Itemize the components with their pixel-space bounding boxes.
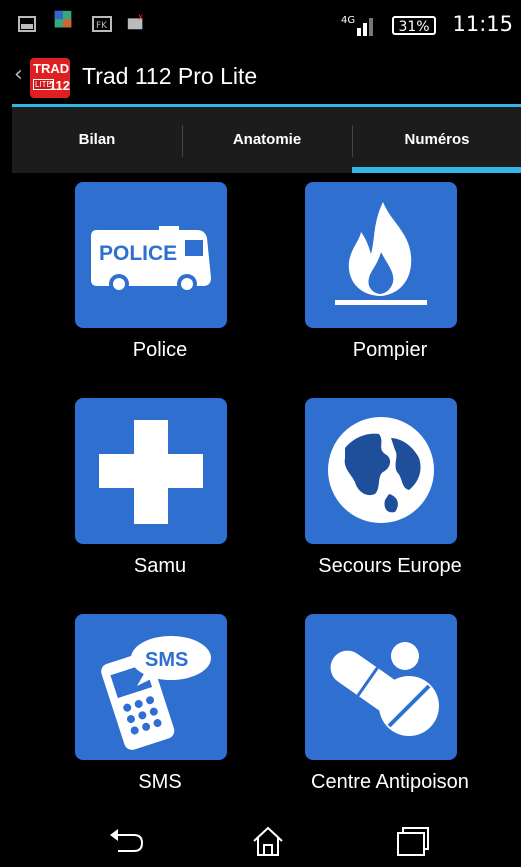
pills-icon xyxy=(330,642,439,736)
centre-antipoison-tile[interactable] xyxy=(305,614,457,760)
police-tile[interactable]: POLICE xyxy=(75,182,227,328)
centre-antipoison-label: Centre Antipoison xyxy=(311,771,469,793)
police-label: Police xyxy=(132,339,188,361)
sms-phone-icon: SMS xyxy=(101,636,211,750)
tab-numeros[interactable]: Numéros xyxy=(352,107,521,173)
network-type-label: 4G xyxy=(341,15,355,26)
status-bar: FK x 4G 31% 11:15 xyxy=(12,0,521,52)
picture-notification-icon xyxy=(18,16,36,32)
logo-trad-text: TRAD xyxy=(33,61,70,76)
tab-label: Bilan xyxy=(78,131,116,148)
navigation-bar xyxy=(12,815,521,867)
fire-icon xyxy=(335,202,427,305)
up-chevron-icon[interactable]: ‹ xyxy=(14,62,23,87)
app-title: Trad 112 Pro Lite xyxy=(82,63,258,89)
app-logo[interactable]: TRAD LITE 112 xyxy=(30,58,70,98)
selected-tab-indicator xyxy=(352,167,521,173)
screen: FK x 4G 31% 11:15 ‹ TRAD LITE 112 Trad 1… xyxy=(12,0,521,867)
medical-cross-icon xyxy=(99,420,203,524)
fk-notification-icon: FK xyxy=(92,16,112,32)
svg-text:x: x xyxy=(138,12,144,22)
police-badge-text: POLICE xyxy=(99,242,177,265)
sms-tile[interactable]: SMS xyxy=(75,614,227,760)
samu-tile[interactable] xyxy=(75,398,227,544)
tab-label: Anatomie xyxy=(232,131,302,148)
mail-notification-icon: x xyxy=(127,12,144,30)
police-van-icon: POLICE xyxy=(91,226,211,294)
sms-badge-text: SMS xyxy=(145,649,188,671)
sms-label: SMS xyxy=(138,771,182,793)
pompier-tile[interactable] xyxy=(305,182,457,328)
samu-label: Samu xyxy=(133,555,187,577)
tab-bilan[interactable]: Bilan xyxy=(12,107,182,173)
secours-europe-label: Secours Europe xyxy=(318,555,462,577)
app-notification-icon xyxy=(54,10,72,28)
logo-112-text: 112 xyxy=(49,78,70,93)
svg-text:FK: FK xyxy=(96,21,108,31)
tab-anatomie[interactable]: Anatomie xyxy=(182,107,352,173)
action-bar: ‹ TRAD LITE 112 Trad 112 Pro Lite xyxy=(12,52,521,104)
recent-apps-icon[interactable] xyxy=(392,823,432,859)
globe-icon xyxy=(328,417,434,523)
battery-indicator: 31% xyxy=(392,16,436,35)
tab-label: Numéros xyxy=(404,131,470,148)
secours-europe-tile[interactable] xyxy=(305,398,457,544)
signal-4g-icon: 4G xyxy=(341,14,381,42)
pompier-label: Pompier xyxy=(352,339,428,361)
tab-bar: Bilan Anatomie Numéros xyxy=(12,107,521,173)
home-icon[interactable] xyxy=(248,823,288,859)
back-icon[interactable] xyxy=(106,823,146,859)
clock: 11:15 xyxy=(452,12,513,36)
